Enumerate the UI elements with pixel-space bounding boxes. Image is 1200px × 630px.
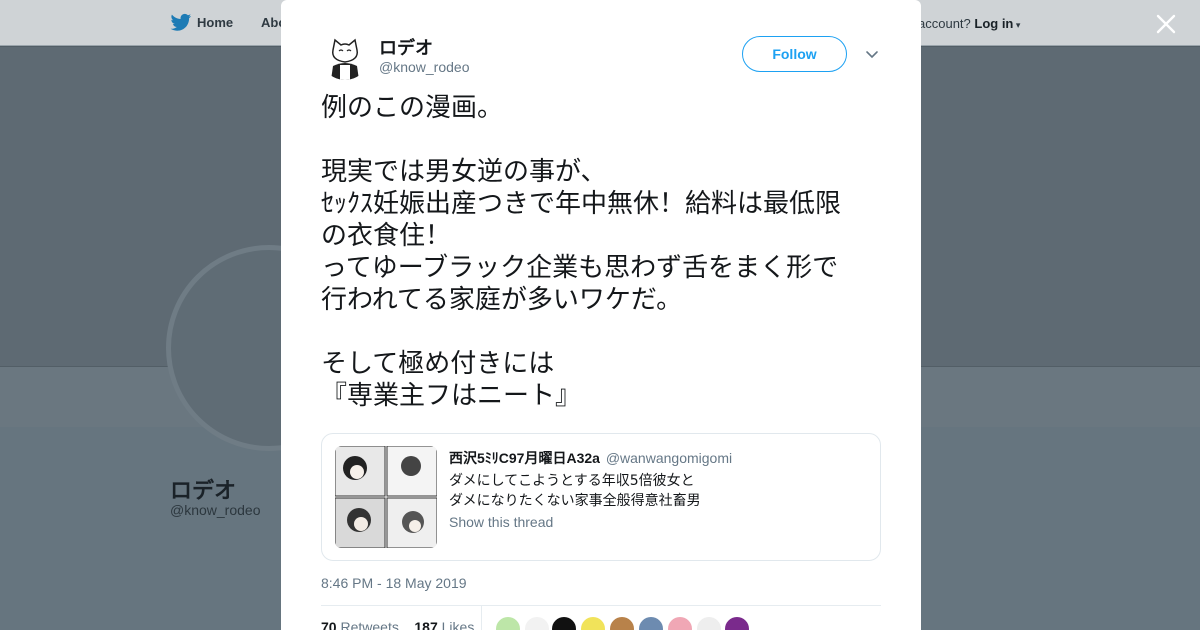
tweet-line: 現実では男女逆の事が、 bbox=[321, 157, 607, 187]
likes-count: 187 bbox=[414, 619, 438, 630]
tweet-line: 『専業主フはニート』 bbox=[321, 381, 582, 411]
liker-avatar[interactable] bbox=[551, 616, 577, 630]
tweet-line bbox=[321, 316, 886, 348]
likes-label: Likes bbox=[441, 619, 475, 630]
tweet-modal: ロデオ @know_rodeo Follow 例のこの漫画。 現実では男女逆の事… bbox=[281, 0, 921, 630]
close-icon[interactable] bbox=[1154, 12, 1178, 36]
author-avatar[interactable] bbox=[321, 32, 369, 80]
retweets-stat[interactable]: 70 Retweets bbox=[321, 619, 399, 630]
liker-avatar[interactable] bbox=[580, 616, 606, 630]
tweet-line: ってゆーブラック企業も思わず舌をまく形で bbox=[321, 253, 839, 283]
quoted-author-name: 西沢5ﾐﾘC97月曜日A32a bbox=[449, 450, 600, 466]
quoted-author-handle: @wanwangomigomi bbox=[605, 450, 733, 466]
account-prompt: account? bbox=[918, 16, 971, 31]
liker-avatar[interactable] bbox=[609, 616, 635, 630]
liker-avatar[interactable] bbox=[724, 616, 750, 630]
follow-button[interactable]: Follow bbox=[742, 36, 847, 72]
quoted-tweet-thumbnail[interactable] bbox=[335, 446, 437, 548]
login-caret-icon: ▾ bbox=[1013, 20, 1021, 30]
quoted-text-line: ダメにしてこようとする年収5倍彼女と bbox=[449, 473, 695, 489]
tweet-line: ｾｯｸｽ妊娠出産つきで年中無休！給料は最低限 bbox=[321, 189, 842, 219]
tweet-timestamp[interactable]: 8:46 PM - 18 May 2019 bbox=[321, 575, 467, 591]
profile-handle: @know_rodeo bbox=[170, 502, 261, 518]
divider bbox=[321, 605, 881, 606]
quoted-author: 西沢5ﾐﾘC97月曜日A32a @wanwangomigomi bbox=[449, 448, 732, 468]
liker-avatar[interactable] bbox=[667, 616, 693, 630]
tweet-line: の衣食住！ bbox=[321, 221, 452, 251]
login-link[interactable]: Log in bbox=[974, 16, 1013, 31]
quoted-text-line: ダメになりたくない家事全般得意社畜男 bbox=[449, 493, 701, 509]
liker-avatar[interactable] bbox=[495, 616, 521, 630]
avatar-illustration bbox=[321, 32, 369, 80]
profile-name: ロデオ bbox=[170, 478, 237, 503]
author-handle[interactable]: @know_rodeo bbox=[379, 59, 470, 75]
manga-thumbnail-image bbox=[335, 446, 437, 548]
stats-separator bbox=[481, 606, 482, 630]
nav-home-link[interactable]: Home bbox=[197, 15, 233, 30]
twitter-bird-icon bbox=[170, 13, 192, 31]
retweets-count: 70 bbox=[321, 619, 337, 630]
likes-stat[interactable]: 187 Likes bbox=[414, 619, 474, 630]
liker-avatar[interactable] bbox=[638, 616, 664, 630]
tweet-text: 例のこの漫画。 現実では男女逆の事が、 ｾｯｸｽ妊娠出産つきで年中無休！給料は最… bbox=[321, 92, 886, 412]
quoted-tweet-card[interactable]: 西沢5ﾐﾘC97月曜日A32a @wanwangomigomi ダメにしてこよう… bbox=[321, 433, 881, 561]
liker-avatar[interactable] bbox=[524, 616, 550, 630]
show-thread-link[interactable]: Show this thread bbox=[449, 514, 553, 530]
tweet-line: 例のこの漫画。 bbox=[321, 93, 504, 123]
liker-avatar[interactable] bbox=[696, 616, 722, 630]
author-name[interactable]: ロデオ bbox=[379, 34, 433, 60]
login-area: account? Log in ▾ bbox=[918, 16, 1020, 31]
retweets-label: Retweets bbox=[340, 619, 399, 630]
tweet-line bbox=[321, 124, 886, 156]
tweet-line: 行われてる家庭が多いワケだ。 bbox=[321, 285, 683, 315]
tweet-stats: 70 Retweets 187 Likes bbox=[321, 619, 474, 630]
tweet-line: そして極め付きには bbox=[321, 349, 555, 379]
chevron-down-icon[interactable] bbox=[865, 48, 879, 62]
